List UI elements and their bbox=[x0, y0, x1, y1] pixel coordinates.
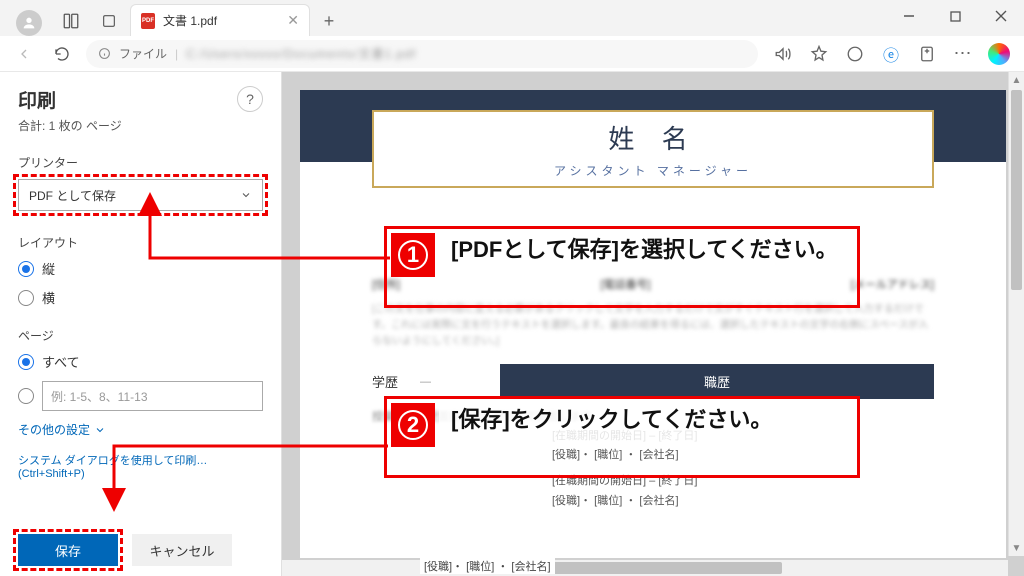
doc-description: [この文を仕事の内容に変える必要があるクリックして文字を入力するだけで文がすぐテ… bbox=[372, 302, 934, 350]
pdf-file-icon: PDF bbox=[141, 13, 155, 29]
address-bar: ファイル | C:/Users/xxxxx/Documents/文書1.pdf … bbox=[0, 36, 1024, 72]
section-exp-label: 職歴 bbox=[500, 364, 934, 399]
annotation-number-1: 1 bbox=[391, 233, 435, 277]
print-title: 印刷 bbox=[18, 86, 122, 113]
annotation-number-2: 2 bbox=[391, 403, 435, 447]
printer-value: PDF として保存 bbox=[29, 187, 116, 204]
addr-path: C:/Users/xxxxx/Documents/文書1.pdf bbox=[186, 45, 416, 62]
addr-scheme: ファイル bbox=[119, 45, 167, 62]
layout-landscape-option[interactable]: 横 bbox=[18, 288, 263, 307]
refresh-button[interactable] bbox=[48, 40, 76, 68]
annotation-1: 1 [PDFとして保存]を選択してください。 bbox=[384, 226, 860, 308]
read-aloud-icon[interactable] bbox=[768, 40, 798, 68]
field-email: [メールアドレス] bbox=[851, 276, 934, 292]
radio-icon bbox=[18, 354, 34, 370]
favorite-icon[interactable] bbox=[804, 40, 834, 68]
close-tab-icon[interactable]: ✕ bbox=[287, 12, 299, 29]
pages-all-option[interactable]: すべて bbox=[18, 352, 263, 371]
minimize-button[interactable] bbox=[886, 0, 932, 32]
more-icon[interactable]: ⋯ bbox=[948, 40, 978, 68]
annotation-text-2: [保存]をクリックしてください。 bbox=[439, 399, 857, 442]
profile-avatar[interactable] bbox=[16, 10, 42, 36]
chevron-down-icon bbox=[94, 424, 106, 436]
tab-actions-icon[interactable] bbox=[92, 6, 126, 36]
radio-icon bbox=[18, 261, 34, 277]
doc-name: 姓 名 bbox=[608, 119, 697, 156]
detail-line-4: [役職]・ [職位] ・ [会社名] bbox=[552, 492, 934, 512]
scroll-down-icon[interactable]: ▼ bbox=[1009, 540, 1024, 556]
close-window-button[interactable] bbox=[978, 0, 1024, 32]
divider: ― bbox=[420, 376, 440, 388]
tab-bar: PDF 文書 1.pdf ✕ + bbox=[0, 0, 1024, 36]
ie-mode-icon[interactable]: ⓔ bbox=[876, 40, 906, 68]
page-count: 合計: 1 枚の ページ bbox=[18, 117, 122, 134]
section-edu-label: 学歴 bbox=[372, 372, 420, 391]
more-settings-link[interactable]: その他の設定 bbox=[18, 421, 263, 438]
collections-icon[interactable] bbox=[912, 40, 942, 68]
pages-range-placeholder: 例: 1-5、8、11-13 bbox=[51, 388, 148, 405]
browser-tab[interactable]: PDF 文書 1.pdf ✕ bbox=[130, 4, 310, 36]
layout-portrait-label: 縦 bbox=[42, 259, 55, 278]
cancel-button-label: キャンセル bbox=[149, 541, 214, 560]
section-row: 学歴 ― 職歴 bbox=[372, 364, 934, 399]
help-button[interactable]: ? bbox=[237, 86, 263, 112]
radio-icon bbox=[18, 290, 34, 306]
annotation-highlight-2: 保存 bbox=[13, 529, 123, 571]
extension-icon[interactable] bbox=[840, 40, 870, 68]
scrollbar-thumb[interactable] bbox=[1011, 90, 1022, 290]
annotation-2: 2 [保存]をクリックしてください。 bbox=[384, 396, 860, 478]
name-box: 姓 名 アシスタント マネージャー bbox=[372, 110, 934, 188]
new-tab-button[interactable]: + bbox=[314, 6, 344, 36]
pages-range-input[interactable]: 例: 1-5、8、11-13 bbox=[42, 381, 263, 411]
pages-label: ページ bbox=[18, 327, 263, 344]
horizontal-scrollbar[interactable] bbox=[282, 560, 1008, 576]
more-settings-label: その他の設定 bbox=[18, 421, 90, 438]
save-button-label: 保存 bbox=[55, 541, 81, 560]
annotation-arrow-1 bbox=[140, 198, 400, 283]
doc-subtitle: アシスタント マネージャー bbox=[554, 162, 752, 179]
back-button[interactable] bbox=[10, 40, 38, 68]
printer-label: プリンター bbox=[18, 154, 263, 171]
scroll-up-icon[interactable]: ▲ bbox=[1009, 72, 1024, 88]
doc-footer-text: [役職]・ [職位] ・ [会社名] bbox=[420, 558, 555, 574]
annotation-text-1: [PDFとして保存]を選択してください。 bbox=[439, 229, 857, 272]
pages-range-option[interactable]: 例: 1-5、8、11-13 bbox=[18, 381, 263, 411]
document-page: 姓 名 アシスタント マネージャー [住所] [電話番号] [メールアドレス] … bbox=[300, 90, 1006, 558]
layout-landscape-label: 横 bbox=[42, 288, 55, 307]
pages-all-label: すべて bbox=[42, 352, 80, 371]
tab-title: 文書 1.pdf bbox=[163, 12, 279, 29]
cancel-button[interactable]: キャンセル bbox=[132, 534, 232, 566]
annotation-arrow-2 bbox=[108, 440, 398, 517]
vertical-scrollbar[interactable]: ▲ ▼ bbox=[1008, 72, 1024, 556]
radio-icon bbox=[18, 388, 34, 404]
copilot-button[interactable] bbox=[984, 40, 1014, 68]
info-icon bbox=[98, 47, 111, 60]
maximize-button[interactable] bbox=[932, 0, 978, 32]
address-field[interactable]: ファイル | C:/Users/xxxxx/Documents/文書1.pdf bbox=[86, 40, 758, 68]
save-button[interactable]: 保存 bbox=[18, 534, 118, 566]
workspaces-icon[interactable] bbox=[54, 6, 88, 36]
